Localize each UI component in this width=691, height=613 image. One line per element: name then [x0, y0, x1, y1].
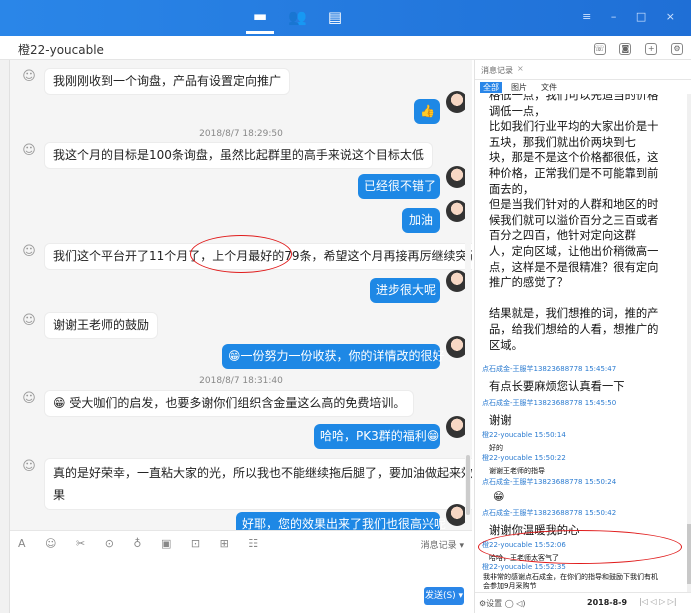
history-text-line: 但是当我们针对的人群和地区的时 — [489, 198, 659, 212]
history-message-thanks: 会参加9月采购节 — [483, 582, 537, 590]
highlight-circle-79 — [190, 235, 292, 273]
filter-images[interactable]: 图片 — [511, 82, 527, 93]
history-message: 好的 — [489, 444, 503, 452]
history-nav[interactable]: |◁ ◁ ▷ ▷| — [639, 597, 677, 606]
history-text-line: 百分之四百，他针对定向这群 — [489, 229, 636, 243]
history-text-line: 格低一点，我们可以先适当的价格 — [489, 94, 659, 102]
apps-tab-icon[interactable]: ▤ — [326, 9, 344, 25]
history-text-line: 点，这样是不是很精准？很有定向 — [489, 260, 659, 274]
history-sender: 橙22-youcable 15:50:22 — [482, 454, 566, 462]
left-strip — [0, 60, 10, 613]
emoji-icon: 😁 — [493, 490, 505, 503]
message-bubble-in[interactable]: 我刚刚收到一个询盘，产品有设置定向推广 — [44, 68, 291, 95]
history-text-line: 块，那是不是这个价格都很低，这 — [489, 151, 659, 165]
message-bubble-out[interactable]: 哈哈，PK3群的福利😁 — [314, 424, 440, 449]
history-filter: 全部 图片 文件 — [475, 80, 691, 94]
settings-icon[interactable]: ⚙ — [671, 43, 683, 55]
history-text-line: 区域。 — [489, 338, 523, 352]
contact-avatar[interactable]: ☺ — [18, 241, 40, 263]
history-scroll-thumb[interactable] — [687, 524, 691, 584]
filter-all[interactable]: 全部 — [480, 82, 502, 93]
history-settings[interactable]: ⚙设置 ◯ ◁) — [479, 598, 525, 609]
top-navigation-bar: ▬ 👥 ▤ ≡ – □ × — [0, 0, 691, 36]
history-sender: 点石成金-王服芊13823688778 15:50:24 — [482, 478, 617, 486]
message-bubble-out[interactable]: 😁一份努力一份收获，你的详情改的很好 — [222, 344, 445, 369]
history-tabs: 消息记录 × — [475, 60, 691, 80]
message-bubble-out[interactable]: 已经很不错了 — [358, 174, 440, 199]
message-bubble-out[interactable]: 好耶，您的效果出来了我们也很高兴呢 — [236, 512, 446, 530]
contacts-tab-icon[interactable]: 👥 — [288, 9, 307, 25]
message-line: 果 — [53, 488, 66, 502]
input-toolbar[interactable]: A ☺ ✂ ⊙ ♁ ▣ ⊡ ⊞ ☷ — [18, 537, 266, 550]
message-line: 真的是好荣幸，一直粘大家的光，所以我也不能继续拖后腿了，要加油做起来效 — [53, 466, 472, 480]
history-text-line: 面去的， — [489, 182, 535, 196]
message-bubble-out[interactable]: 进步很大呢 — [370, 278, 440, 303]
input-area[interactable]: A ☺ ✂ ⊙ ♁ ▣ ⊡ ⊞ ☷ 消息记录 ▾ 发送(S) ▾ — [10, 530, 472, 613]
history-text-line: 品，给我们想给的人看，想推广的 — [489, 323, 659, 336]
message-bubble-in[interactable]: 我这个月的目标是100条询盘，虽然比起群里的高手来说这个目标太低 — [44, 142, 433, 169]
timestamp: 2018/8/7 18:31:40 — [199, 376, 283, 386]
chat-history[interactable]: ☺ 我刚刚收到一个询盘，产品有设置定向推广 👍 2018/8/7 18:29:50 ☺ 我… — [10, 60, 472, 530]
contact-avatar[interactable]: ☺ — [18, 140, 40, 162]
history-text-line: 推广的感觉了？ — [489, 276, 569, 290]
history-text-line: 候我们就可以溢价百分之三百或者 — [489, 213, 659, 227]
timestamp: 2018/8/7 18:29:50 — [199, 129, 283, 139]
history-sender: 点石成金-王服芊13823688778 15:45:50 — [482, 399, 617, 407]
video-call-icon[interactable]: ◙ — [619, 43, 632, 55]
chat-scroll-thumb[interactable] — [466, 455, 470, 515]
contact-avatar[interactable]: ☺ — [18, 66, 40, 88]
history-scrollbar[interactable] — [687, 94, 691, 592]
contact-avatar[interactable]: ☺ — [18, 310, 40, 332]
history-sender: 橙22-youcable 15:52:35 — [482, 563, 566, 571]
chat-tab-icon[interactable]: ▬ — [246, 0, 274, 34]
history-text-line: 人，定向区域，让他出价稍微高一 — [489, 245, 659, 258]
add-member-icon[interactable]: + — [645, 43, 658, 55]
history-tab[interactable]: 消息记录 — [481, 65, 513, 76]
history-footer: ⚙设置 ◯ ◁) 2018-8-9 |◁ ◁ ▷ ▷| — [475, 592, 691, 613]
message-bubble-out[interactable]: 👍 — [414, 99, 440, 124]
history-sender: 点石成金-王服芊13823688778 15:45:47 — [482, 365, 617, 373]
history-text-line: 结果就是，我们想推的词，推的产 — [489, 307, 659, 321]
history-sender: 点石成金-王服芊13823688778 15:50:42 — [482, 509, 617, 517]
filter-files[interactable]: 文件 — [541, 82, 557, 93]
contact-name: 橙22-youcable — [18, 43, 104, 57]
history-text-line: 比如我们行业平均的大家出价是十 — [489, 120, 659, 134]
contact-avatar[interactable]: ☺ — [18, 388, 40, 410]
history-button[interactable]: 消息记录 ▾ — [421, 538, 464, 551]
title-tools: ☏ ◙ + ⚙ — [584, 40, 683, 55]
history-message: 谢谢王老师的指导 — [489, 467, 545, 475]
message-bubble-in[interactable]: 😁 受大咖们的启发，也要多谢你们组织含金量这么高的免费培训。 — [44, 390, 415, 417]
history-message: 谢谢 — [489, 414, 512, 427]
history-sender: 橙22-youcable 15:50:14 — [482, 431, 566, 439]
chat-title-bar: 橙22-youcable ☏ ◙ + ⚙ — [0, 36, 691, 60]
close-icon[interactable]: × — [517, 64, 524, 73]
window-controls[interactable]: ≡ – □ × — [582, 10, 683, 23]
chat-scrollbar[interactable] — [465, 60, 471, 530]
history-log[interactable]: 格低一点，我们可以先适当的价格调低一点， 比如我们行业平均的大家出价是十 五块，那我… — [475, 94, 687, 592]
message-bubble-in[interactable]: 谢谢王老师的鼓励 — [44, 312, 159, 339]
message-bubble-out[interactable]: 加油 — [402, 208, 440, 233]
history-text-line: 种价格，正常我们是不可能靠到前 — [489, 167, 659, 180]
contact-avatar[interactable]: ☺ — [18, 456, 40, 478]
message-bubble-in[interactable]: 真的是好荣幸，一直粘大家的光，所以我也不能继续拖后腿了，要加油做起来效果 — [44, 458, 472, 510]
highlight-circle-thanks — [478, 530, 682, 564]
history-text-line: 调低一点， — [489, 104, 546, 118]
history-date[interactable]: 2018-8-9 — [587, 598, 627, 607]
send-button[interactable]: 发送(S) ▾ — [424, 587, 464, 605]
history-message: 有点长要麻烦您认真看一下 — [489, 380, 625, 393]
history-text-line: 五块，那我们就出价两块到七 — [489, 135, 636, 149]
voice-call-icon[interactable]: ☏ — [593, 43, 606, 55]
